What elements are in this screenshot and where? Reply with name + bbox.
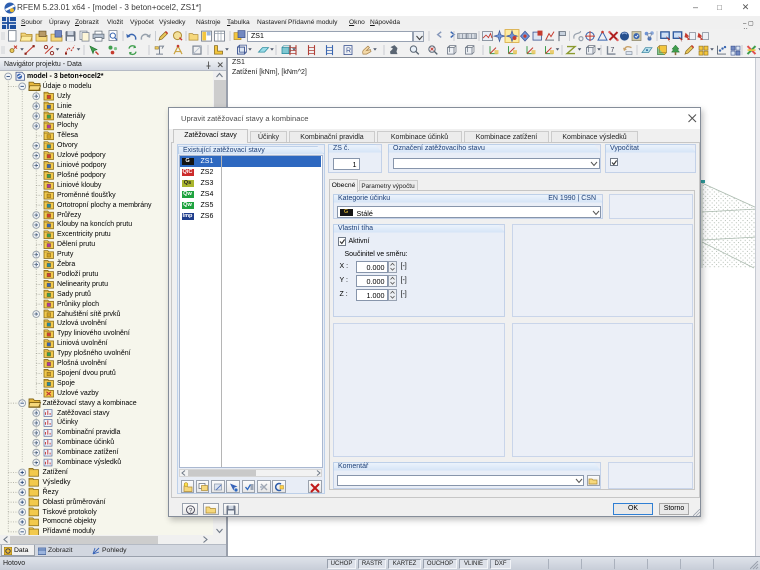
svg-text:R: R	[346, 48, 351, 55]
svg-text:?: ?	[188, 507, 192, 514]
svg-text:7: 7	[611, 47, 615, 54]
